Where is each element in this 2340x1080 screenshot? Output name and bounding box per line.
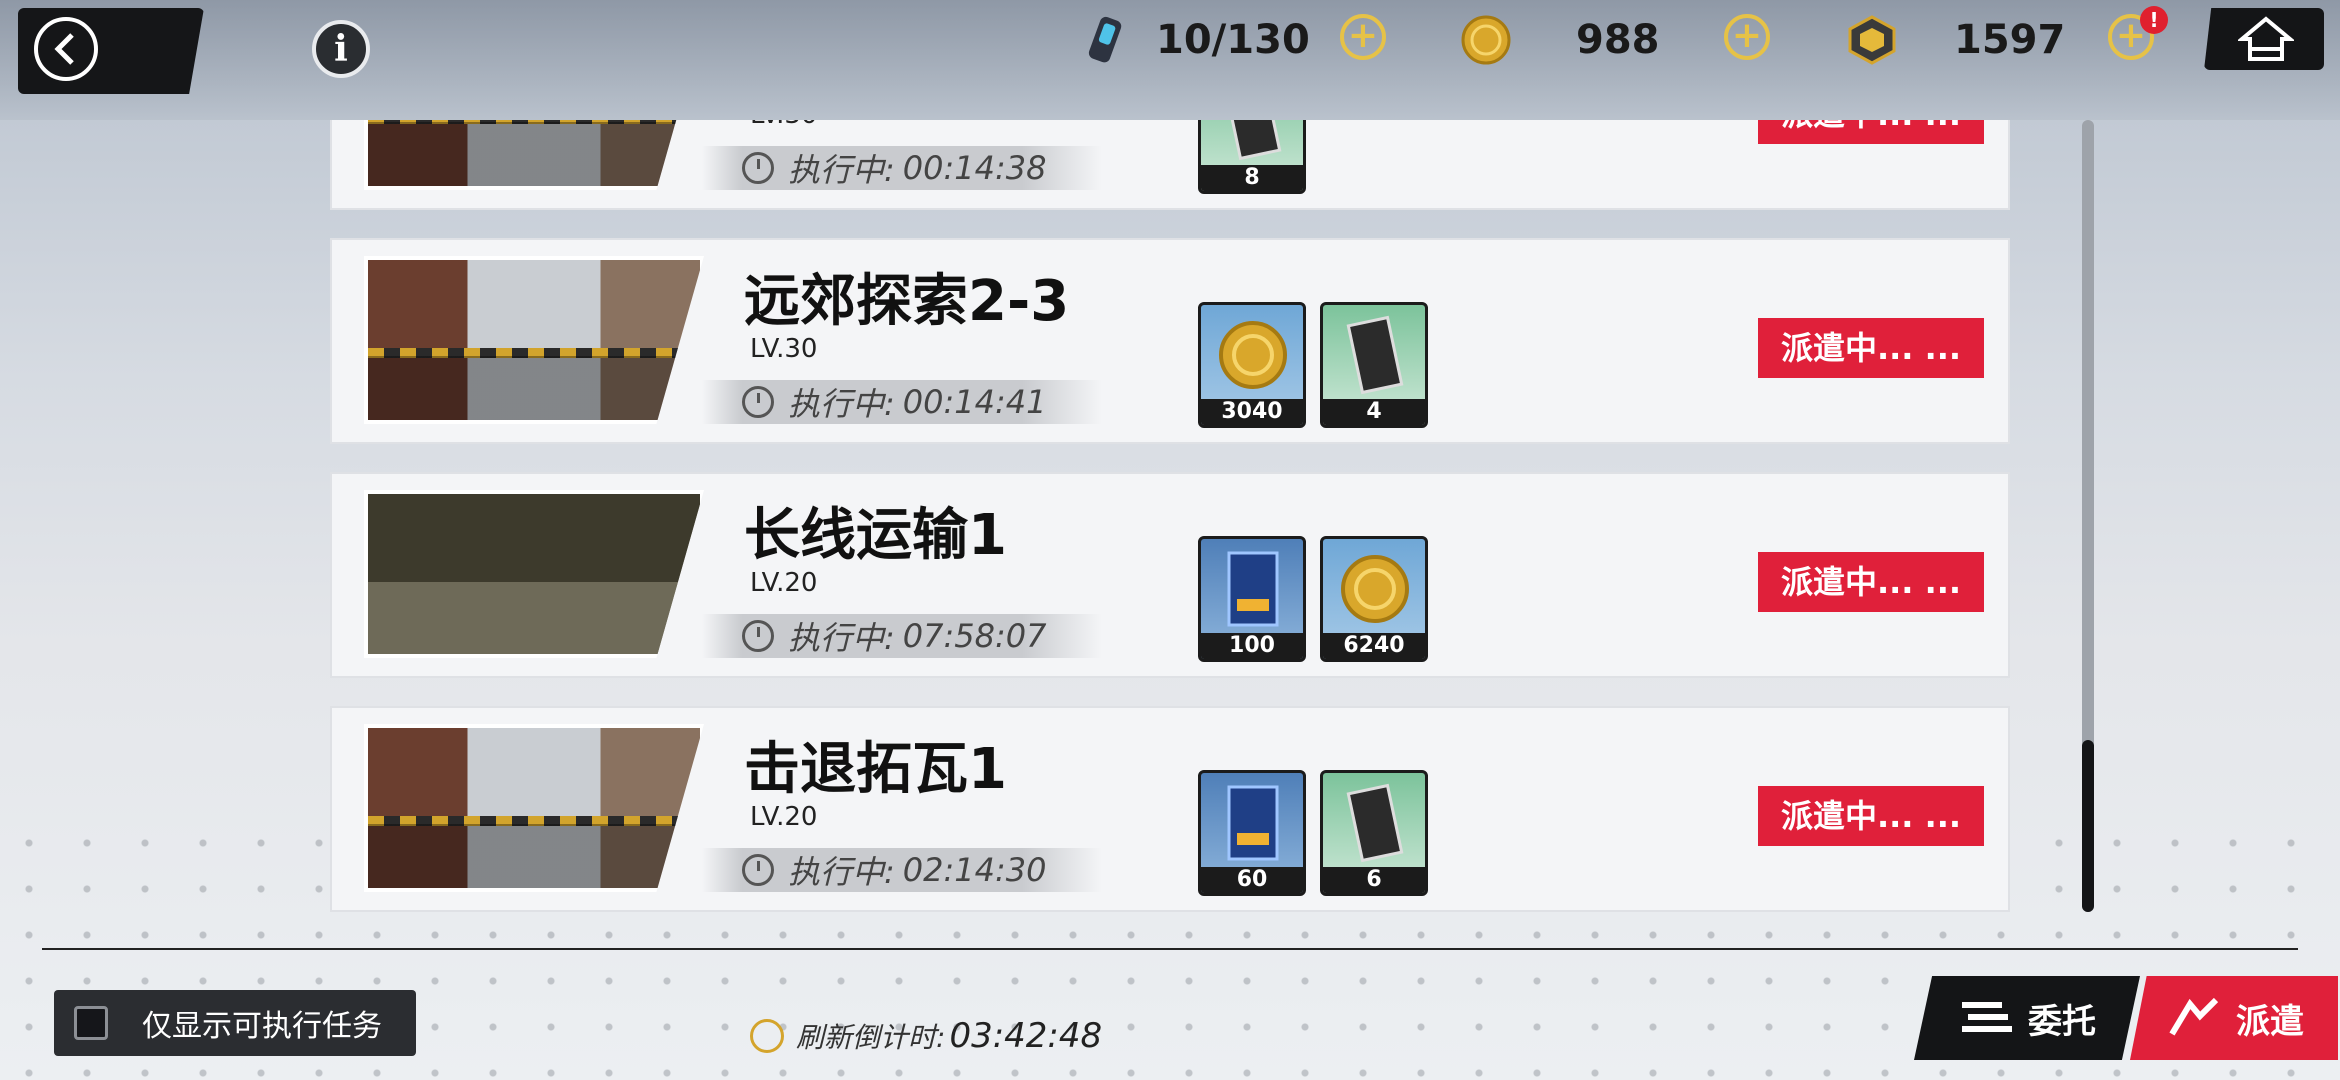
timer-value: 02:14:30 xyxy=(902,851,1047,889)
timer-value: 00:14:41 xyxy=(902,383,1047,421)
mission-name: 远郊探索2-3 xyxy=(744,269,1070,334)
reward-item[interactable]: 60 xyxy=(1198,770,1306,896)
clock-icon xyxy=(742,854,774,886)
tab-dispatch-label: 派遣 xyxy=(2236,1001,2304,1042)
mission-timer: 执行中: 02:14:30 xyxy=(702,848,1102,892)
notification-badge: ! xyxy=(2140,6,2168,34)
filter-label: 仅显示可执行任务 xyxy=(142,1009,382,1044)
mission-level: LV.20 xyxy=(750,568,818,598)
stamina-resource: 10/130 xyxy=(1080,8,1310,72)
reward-qty: 6 xyxy=(1323,867,1425,893)
dispatch-status-button[interactable]: 派遣中... ... xyxy=(1758,120,1984,144)
dispatch-icon xyxy=(2169,997,2219,1036)
top-bar: i 10/130 + 988 + 1597 + ! xyxy=(0,0,2340,120)
refresh-time: 03:42:48 xyxy=(949,1016,1103,1056)
coin-icon xyxy=(1219,321,1287,389)
timer-label: 执行中: xyxy=(788,853,895,891)
mission-list[interactable]: LV.30 执行中: 00:14:38 8 派遣中... ... 远郊探索2-3… xyxy=(330,120,2010,912)
divider xyxy=(42,948,2298,950)
mission-timer: 执行中: 00:14:38 xyxy=(702,146,1102,190)
refresh-label: 刷新倒计时: xyxy=(796,1021,946,1054)
add-coins-button[interactable]: + xyxy=(1724,14,1770,60)
reward-qty: 4 xyxy=(1323,399,1425,425)
timer-value: 00:14:38 xyxy=(902,149,1047,187)
filter-toggle[interactable]: 仅显示可执行任务 xyxy=(54,990,416,1056)
back-arrow-icon xyxy=(34,17,98,81)
coins-resource: 988 xyxy=(1460,8,1660,72)
reward-qty: 60 xyxy=(1201,867,1303,893)
reward-item[interactable]: 4 xyxy=(1320,302,1428,428)
clock-icon xyxy=(742,152,774,184)
tab-commission[interactable]: 委托 xyxy=(1914,976,2140,1060)
coins-value: 988 xyxy=(1576,17,1660,63)
mission-thumbnail xyxy=(364,256,704,424)
scrollbar-thumb[interactable] xyxy=(2082,740,2094,912)
tab-commission-label: 委托 xyxy=(2028,1001,2096,1042)
checkbox[interactable] xyxy=(74,1006,108,1040)
reward-qty: 8 xyxy=(1201,165,1303,191)
mission-timer: 执行中: 00:14:41 xyxy=(702,380,1102,424)
reward-qty: 3040 xyxy=(1201,399,1303,425)
card-item-icon xyxy=(1224,120,1282,161)
reward-item[interactable]: 8 xyxy=(1198,120,1306,194)
dispatch-status-button[interactable]: 派遣中... ... xyxy=(1758,552,1984,612)
mission-card[interactable]: 长线运输1 LV.20 执行中: 07:58:07 100 6240 派遣中..… xyxy=(330,472,2010,678)
reward-qty: 6240 xyxy=(1323,633,1425,659)
refresh-countdown: 刷新倒计时: 03:42:48 xyxy=(750,1016,1102,1056)
dispatch-status-button[interactable]: 派遣中... ... xyxy=(1758,318,1984,378)
mission-level: LV.20 xyxy=(750,802,818,832)
mission-name: 击退拓瓦1 xyxy=(744,737,1007,802)
reward-item[interactable]: 3040 xyxy=(1198,302,1306,428)
reward-item[interactable]: 6 xyxy=(1320,770,1428,896)
mission-timer: 执行中: 07:58:07 xyxy=(702,614,1102,658)
clock-icon xyxy=(742,620,774,652)
mission-level: LV.30 xyxy=(750,120,817,130)
reward-item[interactable]: 6240 xyxy=(1320,536,1428,662)
card-item-icon xyxy=(1346,783,1404,863)
timer-value: 07:58:07 xyxy=(902,617,1047,655)
timer-label: 执行中: xyxy=(788,385,895,423)
clock-icon xyxy=(742,386,774,418)
stamina-value: 10/130 xyxy=(1156,17,1310,63)
commission-icon xyxy=(1962,1002,2012,1032)
clock-icon xyxy=(750,1019,784,1053)
gems-value: 1597 xyxy=(1954,17,2066,63)
mission-card[interactable]: 击退拓瓦1 LV.20 执行中: 02:14:30 60 6 派遣中... ..… xyxy=(330,706,2010,912)
exp-card-icon xyxy=(1227,551,1279,627)
home-button[interactable] xyxy=(2204,8,2324,70)
reward-item[interactable]: 100 xyxy=(1198,536,1306,662)
scrollbar[interactable] xyxy=(2082,120,2094,912)
card-item-icon xyxy=(1346,315,1404,395)
stamina-icon xyxy=(1088,16,1122,63)
tab-dispatch[interactable]: 派遣 xyxy=(2130,976,2338,1060)
home-icon xyxy=(2238,16,2294,61)
coin-icon xyxy=(1461,15,1511,65)
mission-thumbnail xyxy=(364,724,704,892)
mission-thumbnail xyxy=(364,490,704,658)
gem-icon xyxy=(1848,15,1896,65)
gems-resource: 1597 xyxy=(1846,8,2065,72)
mission-card[interactable]: 远郊探索2-3 LV.30 执行中: 00:14:41 3040 4 派遣中..… xyxy=(330,238,2010,444)
exp-card-icon xyxy=(1227,785,1279,861)
timer-label: 执行中: xyxy=(788,619,895,657)
info-button[interactable]: i xyxy=(312,20,370,78)
back-button[interactable] xyxy=(18,8,204,94)
timer-label: 执行中: xyxy=(788,151,895,189)
coin-icon xyxy=(1341,555,1409,623)
mission-level: LV.30 xyxy=(750,334,818,364)
mission-thumbnail xyxy=(364,120,704,190)
reward-qty: 100 xyxy=(1201,633,1303,659)
mission-card[interactable]: LV.30 执行中: 00:14:38 8 派遣中... ... xyxy=(330,120,2010,210)
add-stamina-button[interactable]: + xyxy=(1340,14,1386,60)
mission-name: 长线运输1 xyxy=(744,503,1007,568)
dispatch-status-button[interactable]: 派遣中... ... xyxy=(1758,786,1984,846)
